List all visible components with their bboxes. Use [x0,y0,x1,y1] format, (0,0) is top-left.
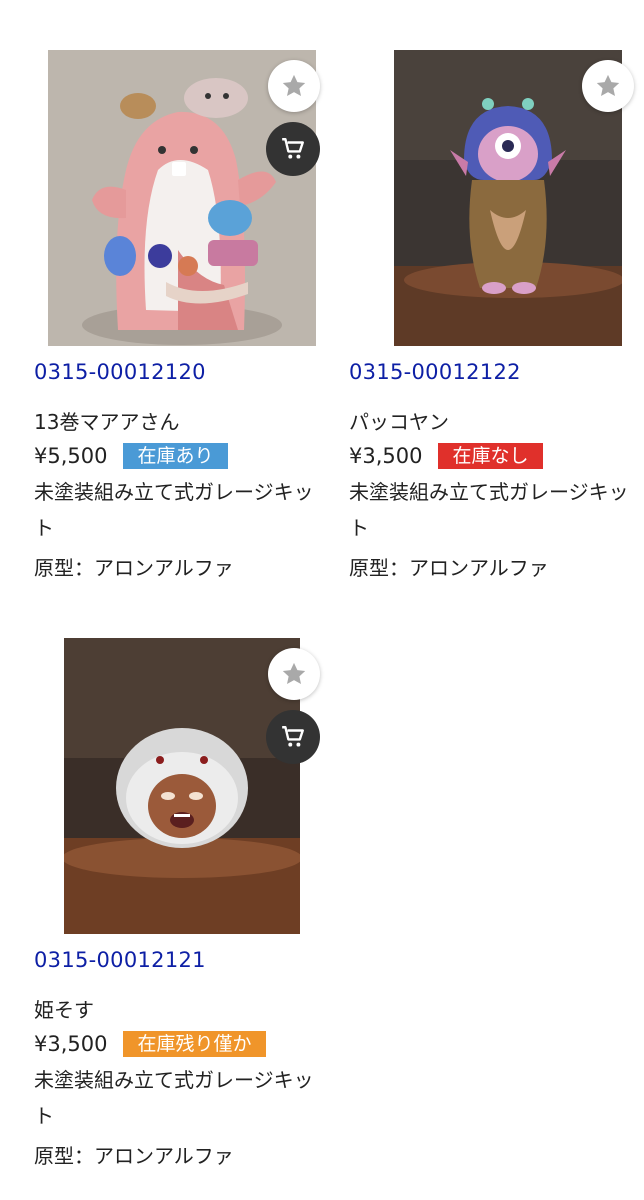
add-to-cart-button[interactable] [266,710,320,764]
price-row: ¥3,500 在庫なし [349,442,543,470]
product-card: 0315-00012120 13巻マアアさん ¥5,500 在庫あり 未塗装組み… [0,0,322,600]
product-sculptor: 原型：アロンアルファ [34,556,234,580]
product-image[interactable] [64,638,300,934]
favorite-button[interactable] [268,60,320,112]
product-code-link[interactable]: 0315-00012122 [349,360,521,384]
product-price: ¥5,500 [34,444,108,468]
add-to-cart-button[interactable] [266,122,320,176]
product-description: 未塗装組み立て式ガレージキット [349,480,629,540]
product-price: ¥3,500 [349,444,423,468]
product-price: ¥3,500 [34,1032,108,1056]
product-card: 0315-00012122 パッコヤン ¥3,500 在庫なし 未塗装組み立て式… [322,0,644,600]
cart-icon [282,138,304,159]
product-code-link[interactable]: 0315-00012121 [34,948,206,972]
product-name[interactable]: 13巻マアアさん [34,406,179,435]
product-name[interactable]: パッコヤン [349,406,449,435]
product-description: 未塗装組み立て式ガレージキット [34,480,314,540]
product-sculptor: 原型：アロンアルファ [34,1144,234,1168]
product-sculptor: 原型：アロンアルファ [349,556,549,580]
product-name[interactable]: 姫そす [34,994,94,1023]
stock-badge: 在庫残り僅か [123,1031,266,1057]
product-description: 未塗装組み立て式ガレージキット [34,1068,314,1128]
star-icon [282,74,306,97]
favorite-button[interactable] [268,648,320,700]
price-row: ¥5,500 在庫あり [34,442,228,470]
product-code-link[interactable]: 0315-00012120 [34,360,206,384]
stock-badge: 在庫なし [438,443,543,469]
favorite-button[interactable] [582,60,634,112]
star-icon [282,662,306,685]
price-row: ¥3,500 在庫残り僅か [34,1030,266,1058]
cart-icon [282,726,304,747]
stock-badge: 在庫あり [123,443,228,469]
star-icon [596,74,620,97]
product-card: 0315-00012121 姫そす ¥3,500 在庫残り僅か 未塗装組み立て式… [0,600,322,1200]
